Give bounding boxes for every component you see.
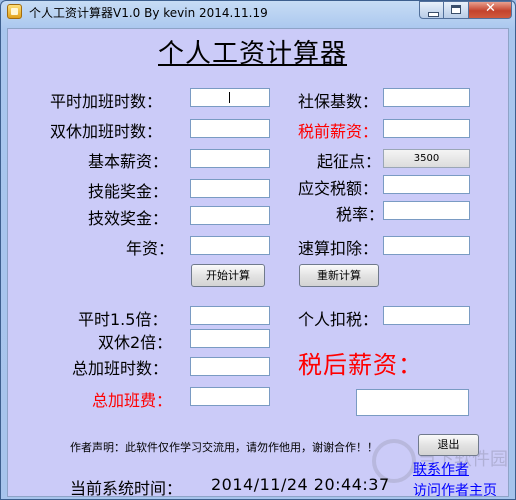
quick-deduction-output[interactable] (383, 236, 470, 255)
seniority-label: 年资： (126, 239, 175, 258)
personal-tax-label: 个人扣税： (298, 310, 379, 329)
system-time-value: 2014/11/24 20:44:37 (211, 475, 390, 494)
tax-threshold-label: 起征点： (317, 152, 382, 171)
contact-author-link[interactable]: 联系作者 (413, 459, 469, 479)
taxable-amount-output[interactable] (383, 175, 470, 194)
maximize-button[interactable] (444, 1, 469, 19)
title-bar[interactable]: 个人工资计算器V1.0 By kevin 2014.11.19 ✕ (1, 1, 515, 23)
tax-rate-output[interactable] (383, 201, 470, 220)
overtime-weekday-label: 平时加班时数： (50, 92, 163, 111)
performance-bonus-label: 技效奖金： (88, 209, 169, 228)
close-icon: ✕ (485, 1, 496, 16)
overtime-weekend-label: 双休加班时数： (50, 122, 163, 141)
pretax-salary-output[interactable] (383, 119, 470, 138)
seniority-input[interactable] (190, 236, 270, 255)
total-overtime-pay-label: 总加班费： (92, 391, 173, 410)
quick-deduction-label: 速算扣除： (298, 239, 379, 258)
overtime-weekday-input[interactable] (190, 88, 270, 107)
window-title: 个人工资计算器V1.0 By kevin 2014.11.19 (29, 6, 268, 20)
app-window: 个人工资计算器V1.0 By kevin 2014.11.19 ✕ 个人工资计算… (0, 0, 516, 500)
system-time-label: 当前系统时间： (70, 479, 183, 497)
tax-threshold-field[interactable]: 3500 (383, 149, 470, 168)
weekday-15x-label: 平时1.5倍： (78, 310, 168, 329)
author-notice: 作者声明：此软件仅作学习交流用，请勿作他用，谢谢合作！！ (70, 441, 378, 454)
minimize-button[interactable] (419, 1, 444, 19)
taxable-amount-label: 应交税额： (298, 179, 379, 198)
social-security-label: 社保基数： (298, 92, 379, 111)
after-tax-salary-label: 税后薪资： (298, 351, 423, 379)
personal-tax-output[interactable] (383, 306, 470, 325)
after-tax-salary-output[interactable] (356, 389, 469, 416)
weekend-2x-output[interactable] (190, 329, 270, 348)
close-button[interactable]: ✕ (469, 1, 512, 19)
weekday-15x-output[interactable] (190, 306, 270, 325)
reset-button[interactable]: 重新计算 (299, 264, 379, 287)
exit-button[interactable]: 退出 (418, 434, 479, 456)
performance-bonus-input[interactable] (190, 206, 270, 225)
start-calc-button[interactable]: 开始计算 (191, 264, 265, 287)
base-salary-input[interactable] (190, 149, 270, 168)
minimize-icon (428, 12, 439, 17)
maximize-icon (451, 5, 461, 14)
calculator-app-icon (7, 4, 22, 19)
author-homepage-link[interactable]: 访问作者主页 (413, 480, 497, 496)
overtime-weekend-input[interactable] (190, 119, 270, 138)
pretax-salary-label: 税前薪资： (298, 122, 379, 141)
total-overtime-pay-output[interactable] (190, 387, 270, 406)
tax-rate-label: 税率： (336, 205, 385, 224)
total-hours-output[interactable] (190, 357, 270, 376)
social-security-input[interactable] (383, 88, 470, 107)
base-salary-label: 基本薪资： (88, 152, 169, 171)
total-hours-label: 总加班时数： (72, 359, 169, 378)
calculator-panel: 个人工资计算器 平时加班时数： 双休加班时数： 基本薪资： 技能奖金： 技效奖金… (7, 28, 509, 497)
skill-bonus-label: 技能奖金： (88, 182, 169, 201)
weekend-2x-label: 双休2倍： (98, 333, 173, 352)
page-title: 个人工资计算器 (158, 39, 348, 69)
skill-bonus-input[interactable] (190, 179, 270, 198)
